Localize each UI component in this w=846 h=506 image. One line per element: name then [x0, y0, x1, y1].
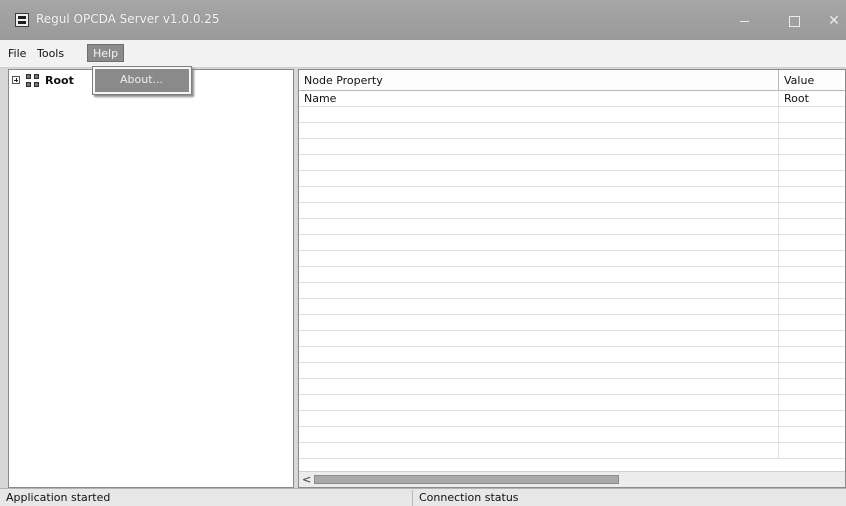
- property-cell[interactable]: [299, 395, 779, 411]
- column-header-value[interactable]: Value: [779, 70, 845, 91]
- window-title: Regul OPCDA Server v1.0.0.25: [36, 12, 220, 26]
- table-row[interactable]: [299, 123, 845, 139]
- table-row[interactable]: [299, 107, 845, 123]
- table-row[interactable]: [299, 139, 845, 155]
- property-cell[interactable]: [299, 219, 779, 235]
- scroll-thumb[interactable]: [314, 475, 619, 484]
- value-cell[interactable]: [779, 283, 845, 299]
- property-cell[interactable]: [299, 155, 779, 171]
- value-cell[interactable]: [779, 411, 845, 427]
- property-cell[interactable]: [299, 203, 779, 219]
- table-row[interactable]: [299, 299, 845, 315]
- property-grid: Node Property Value Name Root <: [298, 69, 846, 488]
- table-row[interactable]: [299, 363, 845, 379]
- grid-rows: Name Root: [299, 91, 845, 459]
- property-cell[interactable]: [299, 235, 779, 251]
- minimize-button[interactable]: [737, 13, 753, 29]
- status-divider: [412, 490, 413, 506]
- property-cell[interactable]: [299, 107, 779, 123]
- value-cell[interactable]: [779, 219, 845, 235]
- menu-help[interactable]: Help: [87, 44, 125, 62]
- title-bar: Regul OPCDA Server v1.0.0.25 ✕: [0, 0, 846, 40]
- table-row[interactable]: [299, 347, 845, 363]
- property-cell[interactable]: [299, 363, 779, 379]
- property-cell[interactable]: [299, 139, 779, 155]
- value-cell[interactable]: [779, 331, 845, 347]
- value-cell[interactable]: [779, 155, 845, 171]
- table-row[interactable]: [299, 395, 845, 411]
- value-cell[interactable]: [779, 203, 845, 219]
- value-cell[interactable]: [779, 251, 845, 267]
- table-row[interactable]: [299, 203, 845, 219]
- table-row[interactable]: Name Root: [299, 91, 845, 107]
- property-cell[interactable]: [299, 347, 779, 363]
- table-row[interactable]: [299, 187, 845, 203]
- property-cell[interactable]: [299, 379, 779, 395]
- grid-header: Node Property Value: [299, 70, 845, 91]
- property-cell[interactable]: [299, 171, 779, 187]
- table-row[interactable]: [299, 267, 845, 283]
- value-cell[interactable]: [779, 347, 845, 363]
- table-row[interactable]: [299, 379, 845, 395]
- table-row[interactable]: [299, 251, 845, 267]
- table-row[interactable]: [299, 315, 845, 331]
- property-cell[interactable]: [299, 123, 779, 139]
- column-header-node-property[interactable]: Node Property: [299, 70, 779, 91]
- value-cell[interactable]: [779, 187, 845, 203]
- property-cell[interactable]: [299, 315, 779, 331]
- value-cell[interactable]: [779, 123, 845, 139]
- grid-icon: [26, 74, 40, 88]
- expand-icon[interactable]: [12, 76, 20, 84]
- property-cell[interactable]: Name: [299, 91, 779, 107]
- menu-file[interactable]: File: [8, 47, 26, 60]
- table-row[interactable]: [299, 331, 845, 347]
- property-cell[interactable]: [299, 187, 779, 203]
- property-cell[interactable]: [299, 427, 779, 443]
- value-cell[interactable]: [779, 443, 845, 459]
- property-cell[interactable]: [299, 267, 779, 283]
- horizontal-scrollbar[interactable]: <: [299, 471, 845, 487]
- value-cell[interactable]: [779, 395, 845, 411]
- value-cell[interactable]: [779, 107, 845, 123]
- status-application: Application started: [6, 491, 111, 504]
- value-cell[interactable]: [779, 235, 845, 251]
- maximize-button[interactable]: [786, 13, 802, 29]
- value-cell[interactable]: [779, 315, 845, 331]
- table-row[interactable]: [299, 235, 845, 251]
- value-cell[interactable]: [779, 139, 845, 155]
- property-cell[interactable]: [299, 331, 779, 347]
- value-cell[interactable]: [779, 171, 845, 187]
- menu-bar: File Tools Help: [0, 40, 846, 68]
- table-row[interactable]: [299, 155, 845, 171]
- value-cell[interactable]: [779, 299, 845, 315]
- property-cell[interactable]: [299, 283, 779, 299]
- value-cell[interactable]: [779, 363, 845, 379]
- property-cell[interactable]: [299, 299, 779, 315]
- close-button[interactable]: ✕: [826, 13, 842, 29]
- menu-about-item[interactable]: About...: [95, 69, 189, 92]
- table-row[interactable]: [299, 283, 845, 299]
- value-cell[interactable]: [779, 267, 845, 283]
- scroll-left-icon[interactable]: <: [302, 473, 311, 486]
- status-connection: Connection status: [419, 491, 519, 504]
- menu-tools[interactable]: Tools: [37, 47, 64, 60]
- table-row[interactable]: [299, 411, 845, 427]
- table-row[interactable]: [299, 443, 845, 459]
- status-bar: Application started Connection status: [0, 488, 846, 506]
- property-cell[interactable]: [299, 443, 779, 459]
- table-row[interactable]: [299, 219, 845, 235]
- tree-root-label[interactable]: Root: [45, 74, 74, 87]
- property-cell[interactable]: [299, 251, 779, 267]
- value-cell[interactable]: Root: [779, 91, 845, 107]
- value-cell[interactable]: [779, 427, 845, 443]
- table-row[interactable]: [299, 427, 845, 443]
- tree-pane: Root: [8, 69, 294, 488]
- help-dropdown: About...: [92, 66, 192, 95]
- application-icon: [15, 13, 29, 27]
- value-cell[interactable]: [779, 379, 845, 395]
- property-cell[interactable]: [299, 411, 779, 427]
- table-row[interactable]: [299, 171, 845, 187]
